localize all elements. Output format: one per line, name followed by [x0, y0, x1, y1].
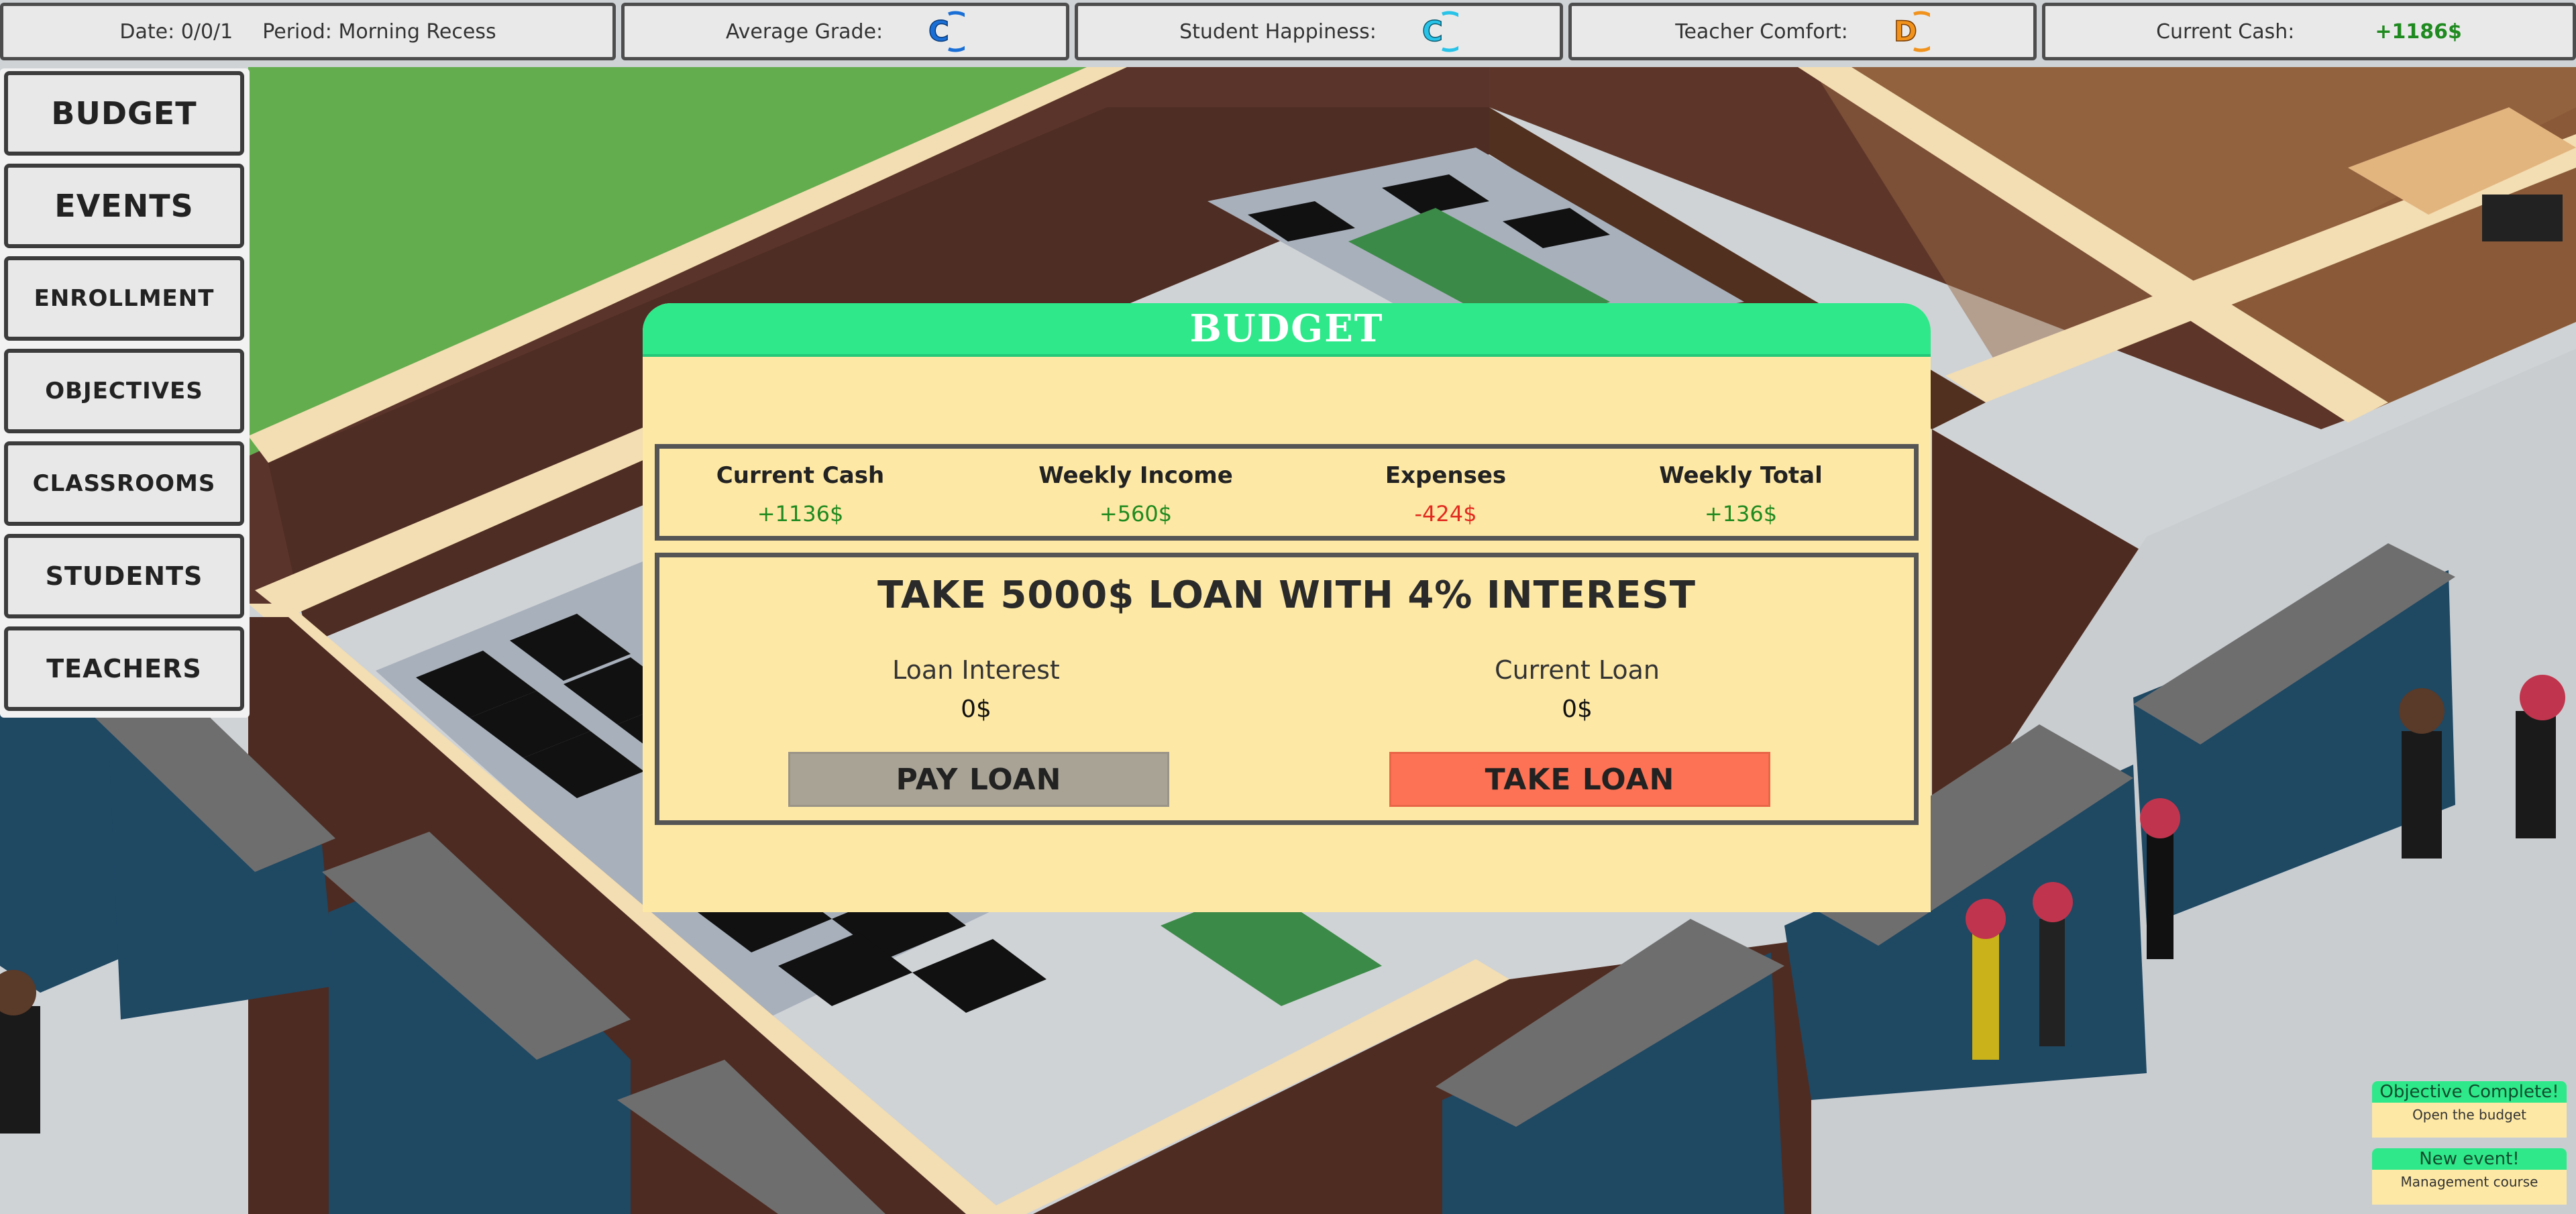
loan-interest-value: 0$: [961, 696, 991, 723]
side-menu: BUDGET EVENTS ENROLLMENT OBJECTIVES CLAS…: [0, 68, 250, 718]
objective-complete-notification[interactable]: Objective Complete! Open the budget: [2372, 1081, 2567, 1138]
notification-title: Objective Complete!: [2372, 1081, 2567, 1103]
average-grade-label: Average Grade:: [725, 19, 883, 44]
notification-title: New event!: [2372, 1148, 2567, 1170]
current-loan-label: Current Loan: [1495, 655, 1660, 685]
student-happiness-letter: C: [1422, 15, 1443, 48]
menu-teachers-button[interactable]: TEACHERS: [4, 626, 244, 711]
menu-budget-button[interactable]: BUDGET: [4, 71, 244, 156]
student-happiness-label: Student Happiness:: [1179, 19, 1377, 44]
date-label: Date:: [119, 19, 175, 44]
teacher-comfort-panel: Teacher Comfort: D: [1568, 3, 2037, 60]
stat-weekly-total: Weekly Total +136$: [1600, 462, 1882, 527]
current-cash-panel: Current Cash: +1186$: [2042, 3, 2576, 60]
stat-value: +560$: [1099, 501, 1173, 527]
take-loan-button[interactable]: TAKE LOAN: [1389, 752, 1770, 807]
stat-value: +1136$: [757, 501, 844, 527]
stat-current-cash: Current Cash +1136$: [659, 462, 941, 527]
stat-label: Expenses: [1385, 462, 1507, 489]
pay-loan-button[interactable]: PAY LOAN: [788, 752, 1169, 807]
notification-text: Management course: [2400, 1174, 2538, 1190]
period-label: Period:: [262, 19, 332, 44]
menu-objectives-button[interactable]: OBJECTIVES: [4, 349, 244, 433]
stat-value: -424$: [1414, 501, 1477, 527]
student-happiness-c-icon: C: [1421, 11, 1458, 52]
budget-dialog-title: BUDGET: [643, 303, 1931, 357]
stat-weekly-income: Weekly Income +560$: [995, 462, 1277, 527]
loan-panel: TAKE 5000$ LOAN WITH 4% INTEREST Loan In…: [655, 553, 1919, 825]
menu-classrooms-button[interactable]: CLASSROOMS: [4, 441, 244, 526]
menu-events-button[interactable]: EVENTS: [4, 164, 244, 248]
teacher-comfort-letter: D: [1894, 15, 1917, 48]
menu-enrollment-button[interactable]: ENROLLMENT: [4, 256, 244, 341]
loan-title: TAKE 5000$ LOAN WITH 4% INTEREST: [877, 573, 1696, 617]
stat-value: +136$: [1704, 501, 1778, 527]
stat-label: Weekly Total: [1659, 462, 1823, 489]
new-event-notification[interactable]: New event! Management course: [2372, 1148, 2567, 1205]
stat-label: Weekly Income: [1038, 462, 1233, 489]
period-value: Morning Recess: [338, 19, 496, 44]
notification-text: Open the budget: [2412, 1107, 2526, 1123]
loan-interest-block: Loan Interest 0$: [788, 655, 1164, 723]
student-happiness-panel: Student Happiness: C: [1075, 3, 1563, 60]
hud-cash-value: +1186$: [2375, 19, 2462, 44]
stat-expenses: Expenses -424$: [1305, 462, 1587, 527]
date-value: 0/0/1: [180, 19, 233, 44]
teacher-comfort-label: Teacher Comfort:: [1675, 19, 1848, 44]
menu-students-button[interactable]: STUDENTS: [4, 534, 244, 618]
average-grade-panel: Average Grade: C: [621, 3, 1069, 60]
date-period-panel: Date: 0/0/1 Period: Morning Recess: [0, 3, 616, 60]
average-grade-c-icon: C: [928, 11, 965, 52]
stat-label: Current Cash: [716, 462, 885, 489]
average-grade-letter: C: [928, 15, 949, 48]
current-loan-value: 0$: [1562, 696, 1593, 723]
loan-interest-label: Loan Interest: [892, 655, 1060, 685]
budget-stats-panel: Current Cash +1136$ Weekly Income +560$ …: [655, 444, 1919, 541]
hud-cash-label: Current Cash:: [2156, 19, 2295, 44]
budget-dialog: BUDGET Current Cash +1136$ Weekly Income…: [643, 303, 1931, 912]
current-loan-block: Current Loan 0$: [1389, 655, 1765, 723]
teacher-comfort-d-icon: D: [1893, 11, 1930, 52]
